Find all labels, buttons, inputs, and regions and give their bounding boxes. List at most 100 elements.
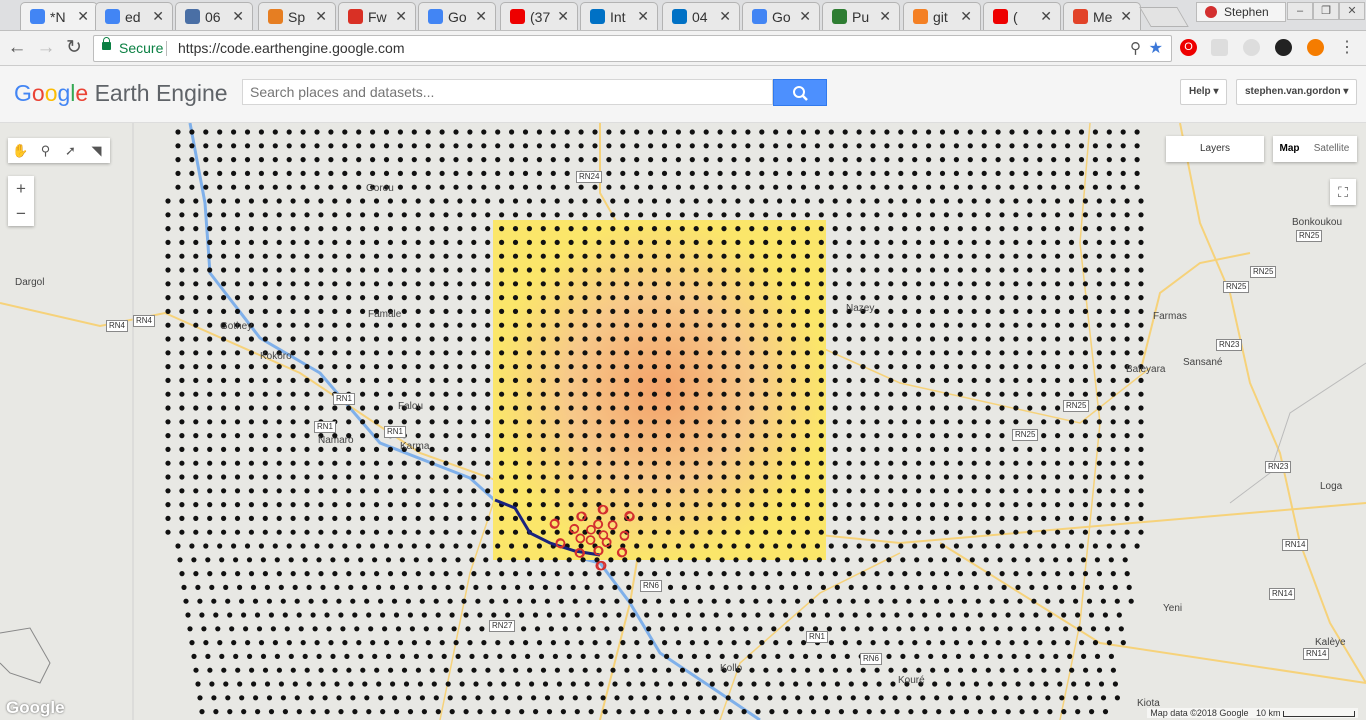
grid-point <box>193 226 199 232</box>
map-canvas[interactable]: ✋ ⚲ ➚ ◥ + − Layers Map Satellite ⛶ Dargo… <box>0 123 1366 720</box>
browser-tab[interactable]: git ✕ <box>903 2 981 30</box>
opera-extension-icon[interactable]: O <box>1180 39 1197 56</box>
zoom-icon[interactable]: ⚲ <box>1130 36 1141 61</box>
fox-extension-icon[interactable] <box>1307 39 1324 56</box>
grid-point <box>818 405 824 411</box>
grid-point <box>995 184 1001 190</box>
new-tab-button[interactable] <box>1139 7 1189 27</box>
circle-extension-icon[interactable] <box>1243 39 1260 56</box>
zoom-out-button[interactable]: − <box>8 201 34 226</box>
grid-point <box>165 419 171 425</box>
grid-point <box>934 598 940 604</box>
drawing-tools: ✋ ⚲ ➚ ◥ <box>8 138 110 163</box>
tab-close-icon[interactable]: ✕ <box>1120 8 1132 25</box>
point-marker-icon[interactable]: ⚲ <box>33 138 58 163</box>
color-extension-icon[interactable] <box>1275 39 1292 56</box>
tab-close-icon[interactable]: ✕ <box>799 8 811 25</box>
grid-point <box>304 281 310 287</box>
forward-button[interactable]: → <box>35 37 57 59</box>
bookmark-star-icon[interactable]: ★ <box>1149 36 1163 61</box>
road-shield: RN4 <box>133 315 156 327</box>
menu-kebab-icon[interactable]: ⋮ <box>1336 37 1358 59</box>
grid-extension-icon[interactable] <box>1211 39 1228 56</box>
restore-button[interactable]: ❐ <box>1313 2 1339 20</box>
tab-close-icon[interactable]: ✕ <box>1040 8 1052 25</box>
map-type-satellite-button[interactable]: Satellite <box>1306 136 1357 162</box>
browser-tab[interactable]: 06 ✕ <box>175 2 253 30</box>
grid-point <box>916 391 922 397</box>
browser-tab[interactable]: Sp ✕ <box>258 2 336 30</box>
grid-point <box>401 488 407 494</box>
grid-point <box>405 695 412 701</box>
grid-point <box>912 143 918 149</box>
browser-tab[interactable]: 04 ✕ <box>662 2 740 30</box>
profile-button[interactable]: Stephen <box>1196 2 1286 22</box>
pan-hand-icon[interactable]: ✋ <box>8 138 33 163</box>
tab-close-icon[interactable]: ✕ <box>395 8 407 25</box>
grid-point <box>1114 695 1120 701</box>
grid-point <box>929 198 936 204</box>
reload-button[interactable]: ↻ <box>63 37 85 59</box>
grid-point <box>276 488 282 494</box>
browser-tab[interactable]: Pu ✕ <box>822 2 900 30</box>
grid-point <box>922 709 928 715</box>
back-button[interactable]: ← <box>6 37 28 59</box>
zoom-in-button[interactable]: + <box>8 176 34 201</box>
browser-tab[interactable]: ed ✕ <box>95 2 173 30</box>
help-button[interactable]: Help ▾ <box>1180 79 1228 105</box>
browser-tab[interactable]: Go ✕ <box>742 2 820 30</box>
map-type-map-button[interactable]: Map <box>1273 136 1306 162</box>
browser-tab[interactable]: (✕ <box>983 2 1061 30</box>
grid-point <box>499 336 505 342</box>
minimize-button[interactable]: – <box>1287 2 1313 20</box>
browser-tab[interactable]: Fw ✕ <box>338 2 416 30</box>
line-tool-icon[interactable]: ➚ <box>58 138 83 163</box>
tab-close-icon[interactable]: ✕ <box>637 8 649 25</box>
grid-point <box>926 143 932 149</box>
grid-point <box>830 653 837 660</box>
close-window-button[interactable]: ✕ <box>1339 2 1365 20</box>
grid-point <box>356 640 362 646</box>
grid-point <box>481 640 487 646</box>
tab-close-icon[interactable]: ✕ <box>77 8 89 25</box>
browser-tab[interactable]: *N ✕ <box>20 2 98 30</box>
road-shield: RN27 <box>489 620 516 632</box>
grid-point <box>628 598 634 604</box>
browser-tab[interactable]: (37 ✕ <box>500 2 578 30</box>
grid-point <box>346 226 352 232</box>
browser-tab[interactable]: Int ✕ <box>580 2 658 30</box>
grid-point <box>310 612 316 618</box>
grid-point <box>856 129 862 135</box>
grid-point <box>856 184 862 190</box>
polygon-tool-icon[interactable]: ◥ <box>84 138 109 163</box>
browser-tab[interactable]: Me ✕ <box>1063 2 1141 30</box>
browser-tab-bar: *N ✕ ed ✕ 06 ✕ Sp ✕ Fw ✕ Go ✕ (37 ✕ Int ✕ 04 ✕ Go ✕ Pu ✕ git ✕(… <box>0 0 1366 31</box>
grid-point <box>234 198 241 204</box>
tab-close-icon[interactable]: ✕ <box>152 8 164 25</box>
grid-point <box>324 709 330 715</box>
tab-close-icon[interactable]: ✕ <box>557 8 569 25</box>
grid-point <box>378 598 384 604</box>
layers-button[interactable]: Layers <box>1166 136 1264 162</box>
tab-close-icon[interactable]: ✕ <box>232 8 244 25</box>
tab-close-icon[interactable]: ✕ <box>960 8 972 25</box>
grid-point <box>1055 515 1061 521</box>
grid-point <box>366 612 372 618</box>
search-input[interactable] <box>242 79 773 105</box>
grid-point <box>1068 226 1075 232</box>
grid-point <box>818 377 824 383</box>
grid-point <box>483 653 489 660</box>
tab-close-icon[interactable]: ✕ <box>475 8 487 25</box>
url-input[interactable]: Secure https://code.earthengine.google.c… <box>93 35 1172 62</box>
search-button[interactable] <box>773 79 827 106</box>
grid-point <box>262 474 268 480</box>
user-account-button[interactable]: stephen.van.gordon ▾ <box>1236 79 1358 105</box>
earth-engine-logo[interactable]: Google Earth Engine <box>14 80 228 107</box>
grid-point <box>596 295 602 301</box>
tab-close-icon[interactable]: ✕ <box>719 8 731 25</box>
fullscreen-icon[interactable]: ⛶ <box>1330 179 1356 205</box>
grid-point <box>916 446 922 452</box>
browser-tab[interactable]: Go ✕ <box>418 2 496 30</box>
tab-close-icon[interactable]: ✕ <box>315 8 327 25</box>
tab-close-icon[interactable]: ✕ <box>879 8 891 25</box>
